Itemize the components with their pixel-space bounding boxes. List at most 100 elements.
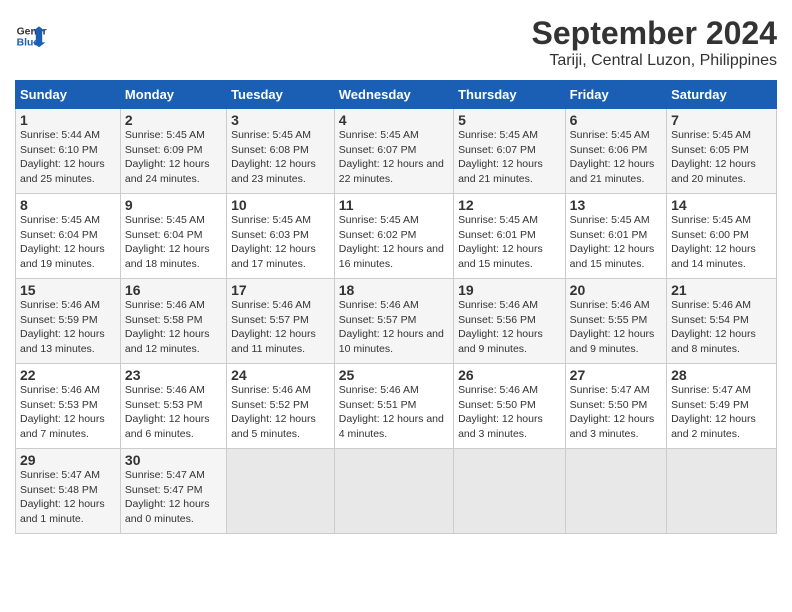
day-info: Sunrise: 5:45 AMSunset: 6:04 PMDaylight:… <box>125 214 210 270</box>
calendar-week-row: 15Sunrise: 5:46 AMSunset: 5:59 PMDayligh… <box>16 279 777 364</box>
day-number: 21 <box>671 282 772 298</box>
table-cell: 25Sunrise: 5:46 AMSunset: 5:51 PMDayligh… <box>334 364 453 449</box>
day-number: 25 <box>339 367 449 383</box>
calendar-title-block: September 2024 Tariji, Central Luzon, Ph… <box>532 15 777 70</box>
day-number: 7 <box>671 112 772 128</box>
table-cell: 15Sunrise: 5:46 AMSunset: 5:59 PMDayligh… <box>16 279 121 364</box>
day-info: Sunrise: 5:45 AMSunset: 6:01 PMDaylight:… <box>458 214 543 270</box>
day-number: 13 <box>570 197 662 213</box>
day-number: 3 <box>231 112 330 128</box>
table-cell: 19Sunrise: 5:46 AMSunset: 5:56 PMDayligh… <box>454 279 566 364</box>
day-number: 20 <box>570 282 662 298</box>
table-cell <box>565 449 666 534</box>
table-cell: 22Sunrise: 5:46 AMSunset: 5:53 PMDayligh… <box>16 364 121 449</box>
header-row: Sunday Monday Tuesday Wednesday Thursday… <box>16 81 777 109</box>
table-cell <box>334 449 453 534</box>
day-info: Sunrise: 5:46 AMSunset: 5:59 PMDaylight:… <box>20 299 105 355</box>
col-friday: Friday <box>565 81 666 109</box>
day-number: 14 <box>671 197 772 213</box>
day-info: Sunrise: 5:46 AMSunset: 5:58 PMDaylight:… <box>125 299 210 355</box>
table-cell: 26Sunrise: 5:46 AMSunset: 5:50 PMDayligh… <box>454 364 566 449</box>
day-number: 11 <box>339 197 449 213</box>
table-cell: 18Sunrise: 5:46 AMSunset: 5:57 PMDayligh… <box>334 279 453 364</box>
day-number: 1 <box>20 112 116 128</box>
day-info: Sunrise: 5:46 AMSunset: 5:57 PMDaylight:… <box>339 299 444 355</box>
calendar-table: Sunday Monday Tuesday Wednesday Thursday… <box>15 80 777 534</box>
day-info: Sunrise: 5:45 AMSunset: 6:06 PMDaylight:… <box>570 129 655 185</box>
day-info: Sunrise: 5:46 AMSunset: 5:53 PMDaylight:… <box>125 384 210 440</box>
day-info: Sunrise: 5:47 AMSunset: 5:50 PMDaylight:… <box>570 384 655 440</box>
table-cell: 11Sunrise: 5:45 AMSunset: 6:02 PMDayligh… <box>334 194 453 279</box>
table-cell: 6Sunrise: 5:45 AMSunset: 6:06 PMDaylight… <box>565 109 666 194</box>
day-info: Sunrise: 5:45 AMSunset: 6:08 PMDaylight:… <box>231 129 316 185</box>
day-number: 24 <box>231 367 330 383</box>
day-number: 30 <box>125 452 222 468</box>
day-info: Sunrise: 5:45 AMSunset: 6:05 PMDaylight:… <box>671 129 756 185</box>
col-wednesday: Wednesday <box>334 81 453 109</box>
col-saturday: Saturday <box>667 81 777 109</box>
calendar-subtitle: Tariji, Central Luzon, Philippines <box>532 52 777 70</box>
day-number: 9 <box>125 197 222 213</box>
day-info: Sunrise: 5:46 AMSunset: 5:51 PMDaylight:… <box>339 384 444 440</box>
day-number: 26 <box>458 367 561 383</box>
day-number: 16 <box>125 282 222 298</box>
day-number: 19 <box>458 282 561 298</box>
table-cell: 28Sunrise: 5:47 AMSunset: 5:49 PMDayligh… <box>667 364 777 449</box>
table-cell: 9Sunrise: 5:45 AMSunset: 6:04 PMDaylight… <box>120 194 226 279</box>
table-cell: 13Sunrise: 5:45 AMSunset: 6:01 PMDayligh… <box>565 194 666 279</box>
col-tuesday: Tuesday <box>227 81 335 109</box>
day-info: Sunrise: 5:46 AMSunset: 5:57 PMDaylight:… <box>231 299 316 355</box>
day-info: Sunrise: 5:45 AMSunset: 6:09 PMDaylight:… <box>125 129 210 185</box>
table-cell: 1Sunrise: 5:44 AMSunset: 6:10 PMDaylight… <box>16 109 121 194</box>
day-number: 15 <box>20 282 116 298</box>
table-cell: 4Sunrise: 5:45 AMSunset: 6:07 PMDaylight… <box>334 109 453 194</box>
day-info: Sunrise: 5:47 AMSunset: 5:49 PMDaylight:… <box>671 384 756 440</box>
table-cell <box>227 449 335 534</box>
table-cell: 30Sunrise: 5:47 AMSunset: 5:47 PMDayligh… <box>120 449 226 534</box>
day-number: 22 <box>20 367 116 383</box>
day-number: 29 <box>20 452 116 468</box>
day-number: 17 <box>231 282 330 298</box>
day-number: 27 <box>570 367 662 383</box>
day-info: Sunrise: 5:45 AMSunset: 6:03 PMDaylight:… <box>231 214 316 270</box>
table-cell: 17Sunrise: 5:46 AMSunset: 5:57 PMDayligh… <box>227 279 335 364</box>
day-number: 10 <box>231 197 330 213</box>
table-cell: 2Sunrise: 5:45 AMSunset: 6:09 PMDaylight… <box>120 109 226 194</box>
page-header: General Blue September 2024 Tariji, Cent… <box>15 15 777 70</box>
col-thursday: Thursday <box>454 81 566 109</box>
table-cell: 29Sunrise: 5:47 AMSunset: 5:48 PMDayligh… <box>16 449 121 534</box>
calendar-title: September 2024 <box>532 15 777 52</box>
table-cell: 23Sunrise: 5:46 AMSunset: 5:53 PMDayligh… <box>120 364 226 449</box>
svg-text:General: General <box>17 26 47 37</box>
day-number: 28 <box>671 367 772 383</box>
day-info: Sunrise: 5:46 AMSunset: 5:56 PMDaylight:… <box>458 299 543 355</box>
table-cell: 27Sunrise: 5:47 AMSunset: 5:50 PMDayligh… <box>565 364 666 449</box>
table-cell <box>667 449 777 534</box>
day-info: Sunrise: 5:46 AMSunset: 5:54 PMDaylight:… <box>671 299 756 355</box>
table-cell: 12Sunrise: 5:45 AMSunset: 6:01 PMDayligh… <box>454 194 566 279</box>
day-info: Sunrise: 5:47 AMSunset: 5:47 PMDaylight:… <box>125 469 210 525</box>
day-info: Sunrise: 5:46 AMSunset: 5:52 PMDaylight:… <box>231 384 316 440</box>
col-sunday: Sunday <box>16 81 121 109</box>
logo-icon: General Blue <box>15 20 47 52</box>
table-cell: 24Sunrise: 5:46 AMSunset: 5:52 PMDayligh… <box>227 364 335 449</box>
day-number: 12 <box>458 197 561 213</box>
table-cell: 5Sunrise: 5:45 AMSunset: 6:07 PMDaylight… <box>454 109 566 194</box>
day-info: Sunrise: 5:47 AMSunset: 5:48 PMDaylight:… <box>20 469 105 525</box>
calendar-week-row: 29Sunrise: 5:47 AMSunset: 5:48 PMDayligh… <box>16 449 777 534</box>
table-cell: 10Sunrise: 5:45 AMSunset: 6:03 PMDayligh… <box>227 194 335 279</box>
day-info: Sunrise: 5:45 AMSunset: 6:01 PMDaylight:… <box>570 214 655 270</box>
table-cell: 3Sunrise: 5:45 AMSunset: 6:08 PMDaylight… <box>227 109 335 194</box>
day-info: Sunrise: 5:45 AMSunset: 6:00 PMDaylight:… <box>671 214 756 270</box>
day-number: 4 <box>339 112 449 128</box>
day-info: Sunrise: 5:45 AMSunset: 6:02 PMDaylight:… <box>339 214 444 270</box>
day-number: 18 <box>339 282 449 298</box>
calendar-week-row: 1Sunrise: 5:44 AMSunset: 6:10 PMDaylight… <box>16 109 777 194</box>
day-number: 23 <box>125 367 222 383</box>
day-info: Sunrise: 5:45 AMSunset: 6:07 PMDaylight:… <box>339 129 444 185</box>
day-number: 2 <box>125 112 222 128</box>
table-cell: 21Sunrise: 5:46 AMSunset: 5:54 PMDayligh… <box>667 279 777 364</box>
table-cell: 20Sunrise: 5:46 AMSunset: 5:55 PMDayligh… <box>565 279 666 364</box>
table-cell: 16Sunrise: 5:46 AMSunset: 5:58 PMDayligh… <box>120 279 226 364</box>
day-info: Sunrise: 5:46 AMSunset: 5:53 PMDaylight:… <box>20 384 105 440</box>
